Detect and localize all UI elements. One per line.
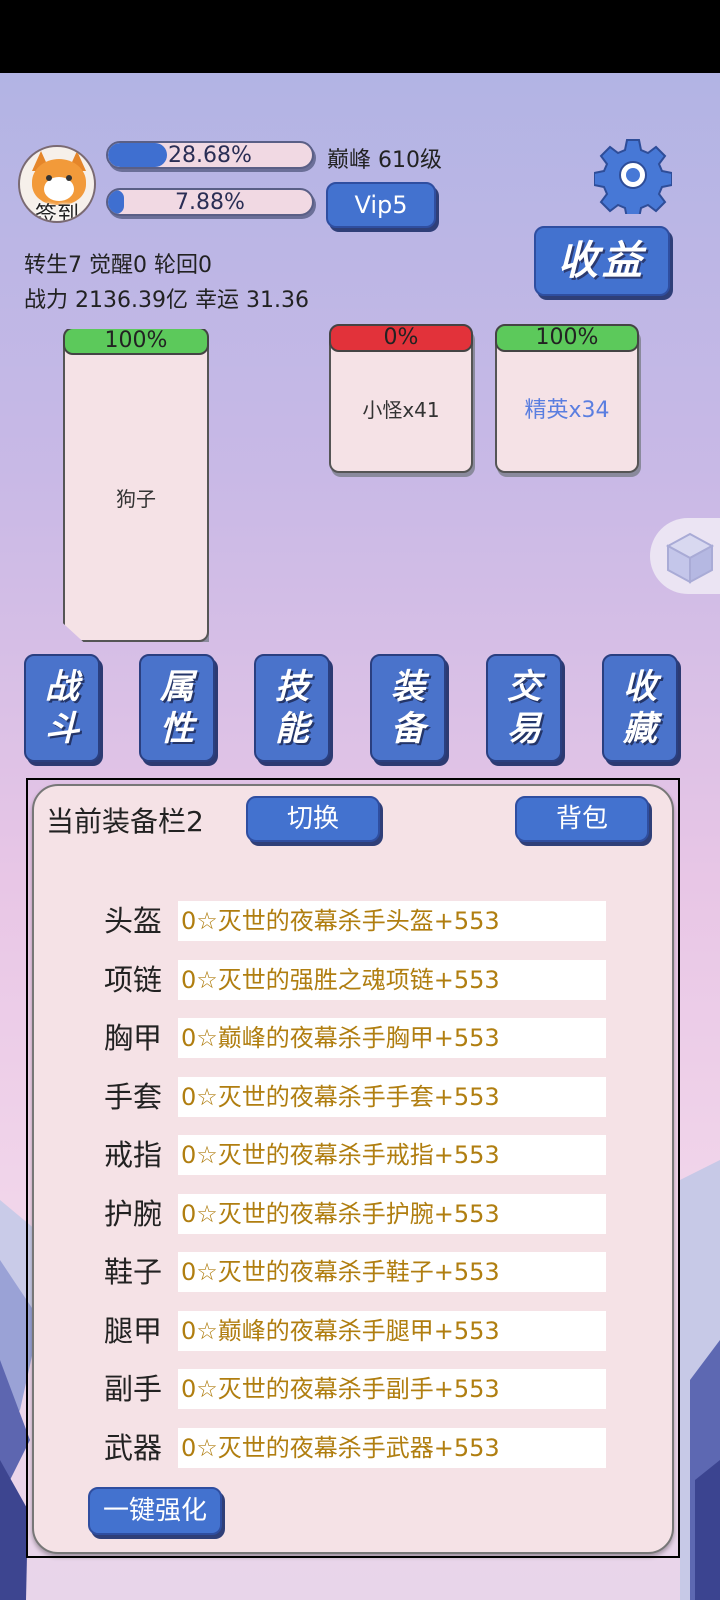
minion-card[interactable]: 0% 小怪x41 (329, 324, 473, 473)
secondary-progress-bar: 7.88% (106, 188, 314, 216)
equipment-slot-value[interactable]: 0☆巅峰的夜幕杀手腿甲+553 (178, 1311, 606, 1351)
nav-skills-char2: 能 (275, 709, 309, 749)
exp-progress-text: 28.68% (168, 143, 252, 168)
checkin-label: 签到 (34, 203, 79, 223)
elite-name: 精英x34 (524, 398, 610, 423)
nav-attributes-char1: 属 (160, 667, 194, 707)
equipment-slot-value[interactable]: 0☆灭世的夜幕杀手武器+553 (178, 1428, 606, 1468)
equipment-slot-value[interactable]: 0☆灭世的夜幕杀手鞋子+553 (178, 1252, 606, 1292)
equipment-slot-label: 项链 (104, 963, 163, 997)
nav-attributes-char2: 性 (160, 709, 194, 749)
nav-equipment-char1: 装 (391, 667, 425, 707)
equipment-slot-label: 护腕 (104, 1197, 163, 1231)
player-card[interactable]: 100% 狗子 (63, 329, 209, 642)
equipment-slot-label: 鞋子 (104, 1255, 163, 1289)
nav-battle-char2: 斗 (45, 709, 79, 749)
equipment-slot-label: 武器 (104, 1431, 163, 1465)
exp-progress-bar: 28.68% (106, 141, 314, 169)
vip-button[interactable]: Vip5 (326, 182, 436, 228)
equipment-row[interactable]: 副手 0☆灭世的夜幕杀手副手+553 (0, 1369, 720, 1409)
elite-hp-bar: 100% (495, 324, 639, 352)
dog-eye-right (66, 175, 72, 181)
player-hp-bar: 100% (63, 329, 209, 355)
equipment-slot-label: 手套 (104, 1080, 163, 1114)
player-name: 狗子 (116, 487, 156, 511)
rebirth-stats: 转生7 觉醒0 轮回0 (24, 253, 212, 278)
floating-cube-button[interactable] (650, 518, 720, 594)
equipment-slot-label: 副手 (104, 1372, 163, 1406)
nav-skills-char1: 技 (275, 667, 309, 707)
equipment-row[interactable]: 手套 0☆灭世的夜幕杀手手套+553 (0, 1077, 720, 1117)
avatar-checkin-button[interactable]: 签到 (18, 145, 96, 223)
cube-icon (665, 532, 715, 584)
nav-trade-button[interactable]: 交易 (486, 654, 562, 762)
equipment-slot-value[interactable]: 0☆灭世的夜幕杀手戒指+553 (178, 1135, 606, 1175)
status-bar (0, 0, 720, 73)
equipment-slot-label: 腿甲 (104, 1314, 163, 1348)
equipment-slot-value[interactable]: 0☆灭世的夜幕杀手副手+553 (178, 1369, 606, 1409)
switch-button[interactable]: 切换 (246, 796, 380, 842)
income-button[interactable]: 收益 (534, 226, 670, 296)
bag-button[interactable]: 背包 (515, 796, 649, 842)
nav-collection-button[interactable]: 收藏 (602, 654, 678, 762)
equipment-slot-label: 戒指 (104, 1138, 163, 1172)
gear-icon[interactable] (594, 136, 672, 214)
nav-battle-button[interactable]: 战斗 (24, 654, 100, 762)
nav-equipment-button[interactable]: 装备 (370, 654, 446, 762)
equipment-row[interactable]: 腿甲 0☆巅峰的夜幕杀手腿甲+553 (0, 1311, 720, 1351)
equipment-slot-value[interactable]: 0☆灭世的夜幕杀手护腕+553 (178, 1194, 606, 1234)
equipment-slot-value[interactable]: 0☆灭世的夜幕杀手手套+553 (178, 1077, 606, 1117)
nav-equipment-char2: 备 (391, 709, 425, 749)
nav-collection-char1: 收 (623, 667, 657, 707)
nav-trade-char2: 易 (507, 709, 541, 749)
equipment-slot-label: 头盔 (104, 904, 163, 938)
equipment-row[interactable]: 戒指 0☆灭世的夜幕杀手戒指+553 (0, 1135, 720, 1175)
equipment-slot-title: 当前装备栏2 (46, 805, 204, 838)
power-luck-stats: 战力 2136.39亿 幸运 31.36 (24, 288, 309, 313)
nav-skills-button[interactable]: 技能 (254, 654, 330, 762)
dog-eye-left (46, 175, 52, 181)
minion-name: 小怪x41 (362, 398, 440, 422)
nav-attributes-button[interactable]: 属性 (139, 654, 215, 762)
equipment-row[interactable]: 胸甲 0☆巅峰的夜幕杀手胸甲+553 (0, 1018, 720, 1058)
secondary-progress-text: 7.88% (175, 190, 245, 215)
equipment-slot-value[interactable]: 0☆巅峰的夜幕杀手胸甲+553 (178, 1018, 606, 1058)
equipment-slot-value[interactable]: 0☆灭世的夜幕杀手头盔+553 (178, 901, 606, 941)
elite-card[interactable]: 100% 精英x34 (495, 324, 639, 473)
nav-battle-char1: 战 (45, 667, 79, 707)
equipment-slot-label: 胸甲 (104, 1021, 163, 1055)
equipment-row[interactable]: 头盔 0☆灭世的夜幕杀手头盔+553 (0, 901, 720, 941)
equipment-slot-value[interactable]: 0☆灭世的强胜之魂项链+553 (178, 960, 606, 1000)
peak-level-text: 巅峰 610级 (327, 148, 442, 173)
nav-collection-char2: 藏 (623, 709, 657, 749)
equipment-row[interactable]: 项链 0☆灭世的强胜之魂项链+553 (0, 960, 720, 1000)
one-click-enhance-button[interactable]: 一键强化 (88, 1487, 222, 1535)
equipment-row[interactable]: 武器 0☆灭世的夜幕杀手武器+553 (0, 1428, 720, 1468)
equipment-row[interactable]: 护腕 0☆灭世的夜幕杀手护腕+553 (0, 1194, 720, 1234)
minion-hp-bar: 0% (329, 324, 473, 352)
nav-trade-char1: 交 (507, 667, 541, 707)
equipment-row[interactable]: 鞋子 0☆灭世的夜幕杀手鞋子+553 (0, 1252, 720, 1292)
